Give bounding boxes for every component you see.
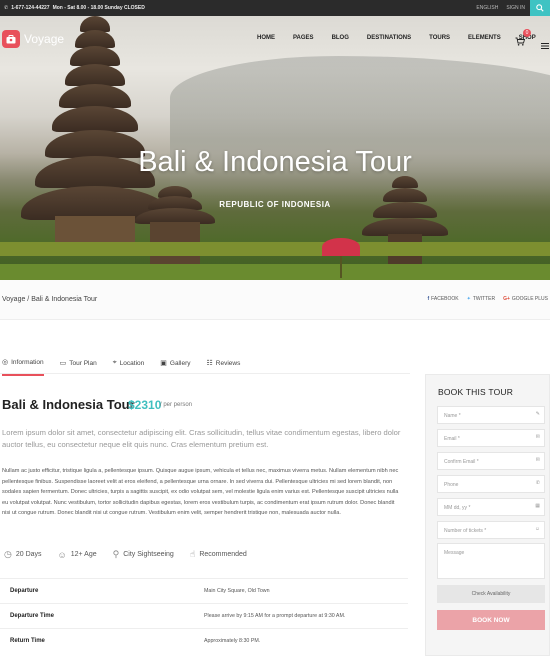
breadcrumb-bar: Voyage / Bali & Indonesia Tour f FACEBOOK… — [0, 280, 550, 320]
language-switcher[interactable]: ENGLISH — [476, 5, 498, 11]
reviews-icon: ☷ — [206, 360, 213, 367]
nav-item-blog[interactable]: BLOG — [332, 35, 349, 41]
phone-number: 1-677-124-44227 — [11, 5, 50, 11]
phone-field[interactable]: Phone ✆ — [437, 475, 545, 493]
hero-title: Bali & Indonesia Tour — [138, 146, 412, 178]
share-links: f FACEBOOK ✦ TWITTER G+ GOOGLE PLUS — [427, 296, 548, 302]
logo[interactable]: Voyage — [2, 30, 64, 48]
gallery-icon: ▣ — [160, 360, 167, 367]
hamburger-icon — [541, 43, 549, 49]
tour-title: Bali & Indonesia Tour — [2, 397, 135, 412]
tour-features: ◷ 20 Days ☺ 12+ Age ⚲ City Sightseeing ☝… — [4, 549, 247, 560]
table-row: Departure Time Please arrive by 9:15 AM … — [0, 603, 408, 628]
breadcrumb[interactable]: Voyage / Bali & Indonesia Tour — [2, 296, 97, 303]
user-icon: ☺ — [57, 549, 67, 560]
tour-info-table: Departure Main City Square, Old Town Dep… — [0, 578, 408, 653]
info-label: Departure — [10, 588, 39, 594]
book-now-button[interactable]: BOOK NOW — [437, 610, 545, 630]
google-plus-icon: G+ — [503, 296, 510, 302]
info-value: Approximately 8:30 PM. — [204, 638, 261, 644]
table-row: Return Time Approximately 8:30 PM. — [0, 628, 408, 653]
share-twitter[interactable]: ✦ TWITTER — [467, 296, 495, 302]
search-button[interactable] — [530, 0, 550, 16]
opening-hours: Mon - Sat 8.00 - 18.00 Sunday CLOSED — [52, 5, 145, 11]
hero-umbrella — [322, 238, 360, 256]
phone-icon: ✆ — [535, 480, 540, 486]
eye-icon: ◎ — [2, 359, 9, 366]
table-row: Departure Main City Square, Old Town — [0, 578, 408, 603]
search-icon — [536, 4, 544, 12]
email-field[interactable]: Email * ✉ — [437, 429, 545, 447]
tour-description: Nullam ac justo efficitur, tristique lig… — [2, 468, 399, 516]
info-label: Return Time — [10, 638, 45, 644]
confirm-email-field[interactable]: Confirm Email * ✉ — [437, 452, 545, 470]
tour-price: $2310 — [128, 398, 162, 412]
sign-in-link[interactable]: SIGN IN — [506, 5, 525, 11]
share-facebook[interactable]: f FACEBOOK — [427, 296, 458, 302]
hero-lawn — [0, 264, 550, 280]
price-unit: / per person — [160, 402, 193, 408]
feature-recommended: ☝ Recommended — [189, 549, 247, 559]
walking-icon: ⚲ — [112, 549, 120, 559]
nav-item-home[interactable]: HOME — [257, 35, 275, 41]
feature-category: ⚲ City Sightseeing — [112, 549, 174, 559]
tabs-divider — [0, 373, 410, 374]
name-field[interactable]: Name * ✎ — [437, 406, 545, 424]
logo-text: Voyage — [24, 32, 65, 46]
booking-form: BOOK THIS TOUR Name * ✎ Email * ✉ Confir… — [425, 374, 550, 656]
hero-pagoda-right — [360, 176, 450, 276]
top-bar: ✆ 1-677-124-44227 Mon - Sat 8.00 - 18.00… — [0, 0, 550, 16]
user-icon: ☺ — [534, 526, 540, 532]
nav-item-pages[interactable]: PAGES — [293, 35, 314, 41]
message-field[interactable]: Message — [437, 543, 545, 579]
hero-hedge — [0, 242, 550, 256]
envelope-icon: ✉ — [535, 457, 540, 463]
tickets-field[interactable]: Number of tickets * ☺ — [437, 521, 545, 539]
facebook-icon: f — [427, 296, 430, 302]
envelope-icon: ✉ — [535, 434, 540, 440]
map-icon: ▭ — [59, 360, 67, 367]
contact-info: ✆ 1-677-124-44227 Mon - Sat 8.00 - 18.00… — [4, 5, 145, 11]
feature-duration: ◷ 20 Days — [4, 549, 42, 559]
calendar-icon: ▦ — [535, 503, 540, 509]
twitter-icon: ✦ — [466, 296, 471, 302]
feature-age: ☺ 12+ Age — [57, 549, 97, 560]
info-value: Main City Square, Old Town — [204, 588, 270, 594]
booking-title: BOOK THIS TOUR — [438, 387, 514, 397]
check-availability-button[interactable]: Check Availability — [437, 585, 545, 603]
share-google[interactable]: G+ GOOGLE PLUS — [503, 296, 548, 302]
cart-count-badge: 0 — [523, 29, 531, 37]
date-field[interactable]: MM dd, yy * ▦ — [437, 498, 545, 516]
cart-icon — [515, 37, 526, 46]
info-label: Departure Time — [10, 613, 54, 619]
phone-icon: ✆ — [4, 5, 9, 11]
main-nav: Voyage HOME PAGES BLOG DESTINATIONS TOUR… — [0, 16, 550, 61]
location-pin-icon: ⌖ — [112, 359, 117, 366]
clock-icon: ◷ — [4, 549, 12, 559]
tour-lead-paragraph: Lorem ipsum dolor sit amet, consectetur … — [2, 428, 401, 449]
nav-menu: HOME PAGES BLOG DESTINATIONS TOURS ELEME… — [257, 35, 536, 41]
suitcase-icon — [2, 30, 20, 48]
nav-item-elements[interactable]: ELEMENTS — [468, 35, 501, 41]
hero-subtitle: REPUBLIC OF INDONESIA — [219, 200, 331, 209]
pencil-icon: ✎ — [535, 411, 540, 417]
menu-toggle[interactable] — [541, 36, 549, 54]
nav-item-tours[interactable]: TOURS — [429, 35, 450, 41]
nav-item-destinations[interactable]: DESTINATIONS — [367, 35, 411, 41]
info-value: Please arrive by 9:15 AM for a prompt de… — [204, 613, 346, 619]
cart-button[interactable]: 0 — [515, 29, 531, 51]
thumbs-up-icon: ☝ — [189, 549, 196, 559]
